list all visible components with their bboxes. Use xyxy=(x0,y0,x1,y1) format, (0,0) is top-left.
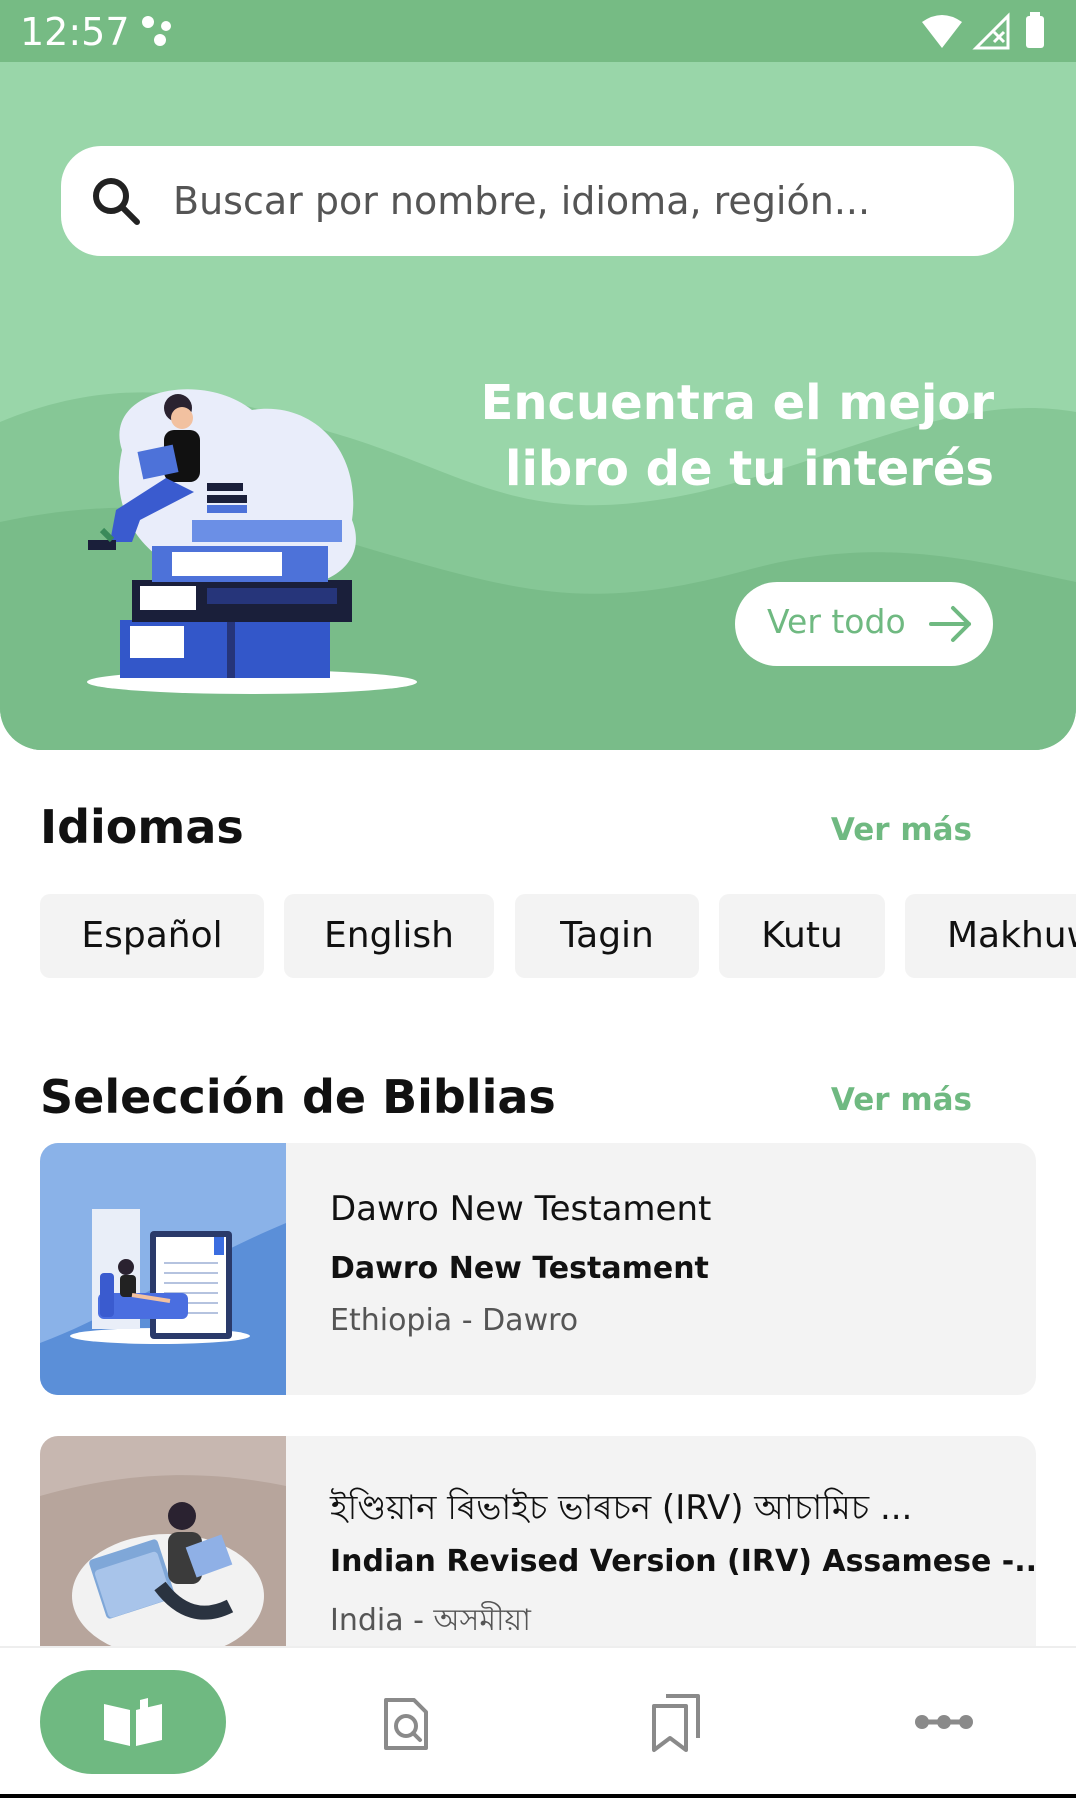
search-document-icon xyxy=(384,1698,428,1750)
language-chip[interactable]: Tagin xyxy=(515,894,699,978)
bible-region: Ethiopia - Dawro xyxy=(330,1303,579,1338)
battery-icon xyxy=(1026,16,1044,48)
assistant-dots-icon xyxy=(142,16,171,46)
language-chip-list: Español English Tagin Kutu Makhuwa xyxy=(40,894,1076,978)
hero-title-line1: Encuentra el mejor xyxy=(480,375,994,431)
bible-title: ইণ্ডিয়ান ৰিভাইচ ভাৰচন (IRV) আচামিচ ... xyxy=(330,1488,913,1528)
wifi-icon xyxy=(922,15,962,48)
see-all-button[interactable]: Ver todo xyxy=(735,582,993,666)
search-bar[interactable] xyxy=(61,146,1014,256)
hero-title: Encuentra el mejor libro de tu interés xyxy=(481,370,994,502)
bible-title: Dawro New Testament xyxy=(330,1189,712,1229)
bibles-see-more-link[interactable]: Ver más xyxy=(831,1082,972,1118)
more-icon xyxy=(915,1715,973,1729)
bookmarks-icon xyxy=(652,1694,700,1752)
arrow-right-icon xyxy=(929,606,971,642)
nav-item-home[interactable] xyxy=(40,1670,226,1774)
nav-item-more[interactable] xyxy=(900,1670,990,1774)
bible-subtitle: Dawro New Testament xyxy=(330,1251,709,1286)
status-time: 12:57 xyxy=(20,10,130,54)
nav-item-search[interactable] xyxy=(360,1670,450,1774)
bible-card[interactable]: Dawro New Testament Dawro New Testament … xyxy=(40,1143,1036,1395)
bible-region: India - অসমীয়া xyxy=(330,1603,531,1638)
search-icon xyxy=(93,178,140,225)
system-navigation-bar xyxy=(0,1794,1076,1798)
nav-item-bookmarks[interactable] xyxy=(630,1670,720,1774)
reading-person-illustration xyxy=(87,389,417,694)
status-bar: 12:57 xyxy=(0,0,1076,62)
bible-cover-reading-illustration xyxy=(40,1143,286,1395)
hero-banner: Encuentra el mejor libro de tu interés V… xyxy=(0,62,1076,750)
language-chip[interactable]: English xyxy=(284,894,494,978)
language-chip[interactable]: Kutu xyxy=(719,894,885,978)
languages-see-more-link[interactable]: Ver más xyxy=(831,812,972,848)
search-input[interactable] xyxy=(171,172,975,230)
language-chip[interactable]: Español xyxy=(40,894,264,978)
system-status-icons xyxy=(922,12,1044,50)
language-chip[interactable]: Makhuwa xyxy=(905,894,1076,978)
open-book-icon xyxy=(104,1698,162,1746)
hero-title-line2: libro de tu interés xyxy=(505,441,994,497)
bibles-section-title: Selección de Biblias xyxy=(40,1070,556,1124)
bible-subtitle: Indian Revised Version (IRV) Assamese -.… xyxy=(330,1544,1036,1579)
see-all-label: Ver todo xyxy=(767,602,906,641)
bottom-navigation xyxy=(0,1646,1076,1796)
languages-section-title: Idiomas xyxy=(40,800,244,854)
